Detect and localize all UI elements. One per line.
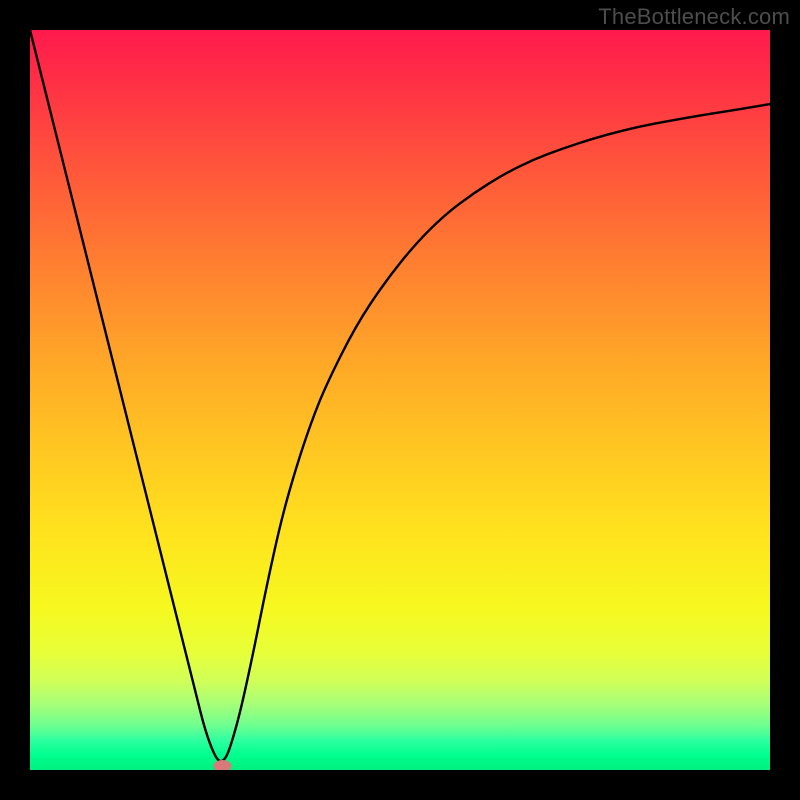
curve-path	[30, 30, 770, 761]
bottleneck-curve	[30, 30, 770, 770]
chart-frame: TheBottleneck.com	[0, 0, 800, 800]
vertex-marker	[213, 760, 231, 770]
plot-area	[30, 30, 770, 770]
watermark-text: TheBottleneck.com	[598, 4, 790, 30]
